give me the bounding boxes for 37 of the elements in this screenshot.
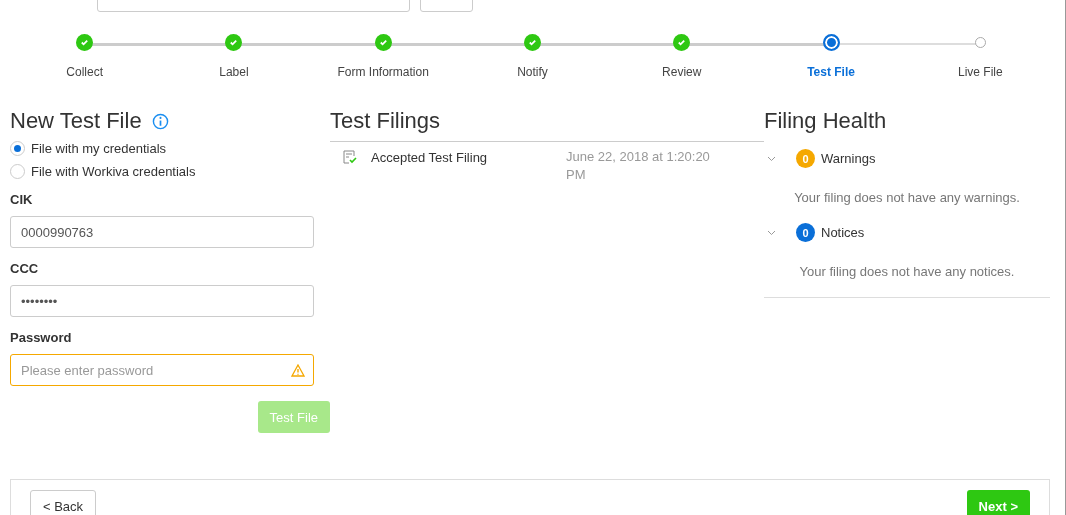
section-label: Notices bbox=[821, 225, 865, 240]
check-icon bbox=[229, 38, 239, 47]
step-label[interactable]: Collect bbox=[66, 65, 103, 79]
radio-label: File with Workiva credentials bbox=[31, 164, 196, 179]
radio-label: File with my credentials bbox=[31, 141, 167, 156]
input-field[interactable]: Please enter password bbox=[10, 354, 314, 386]
field-label: Password bbox=[10, 330, 73, 345]
field-label: CCC bbox=[10, 261, 40, 276]
check-icon bbox=[677, 38, 687, 47]
count-badge: 0 bbox=[796, 149, 815, 168]
step-label[interactable]: Form Information bbox=[337, 65, 429, 79]
check-icon bbox=[528, 38, 537, 47]
filing-date: June 22, 2018 at 1:20:20 PM bbox=[566, 148, 711, 184]
info-icon[interactable] bbox=[151, 112, 169, 130]
health-message: Your filing does not have any warnings. bbox=[793, 190, 1021, 205]
step-label[interactable]: Review bbox=[662, 65, 702, 79]
section-label: Warnings bbox=[821, 151, 876, 166]
count-badge: 0 bbox=[796, 223, 815, 242]
section-title: Filing Health bbox=[764, 107, 888, 135]
step-label[interactable]: Label bbox=[219, 65, 249, 79]
input-field[interactable]: •••••••• bbox=[10, 285, 314, 317]
step-label[interactable]: Test File bbox=[807, 65, 855, 79]
chevron-down-icon[interactable] bbox=[767, 155, 776, 162]
filing-name[interactable]: Accepted Test Filing bbox=[371, 150, 566, 165]
warning-icon bbox=[291, 364, 305, 377]
back-button[interactable]: < Back bbox=[30, 490, 97, 515]
document-check-icon bbox=[343, 150, 357, 164]
input-field[interactable]: 0000990763 bbox=[10, 216, 314, 248]
field-label: CIK bbox=[10, 192, 34, 207]
check-icon bbox=[378, 38, 388, 47]
section-title: New Test File bbox=[10, 107, 142, 135]
step-label[interactable]: Live File bbox=[958, 65, 1003, 79]
check-icon bbox=[80, 38, 90, 47]
step-label[interactable]: Notify bbox=[517, 65, 548, 79]
chevron-down-icon[interactable] bbox=[767, 229, 776, 236]
section-title: Test Filings bbox=[330, 107, 442, 135]
health-message: Your filing does not have any notices. bbox=[798, 264, 1016, 279]
